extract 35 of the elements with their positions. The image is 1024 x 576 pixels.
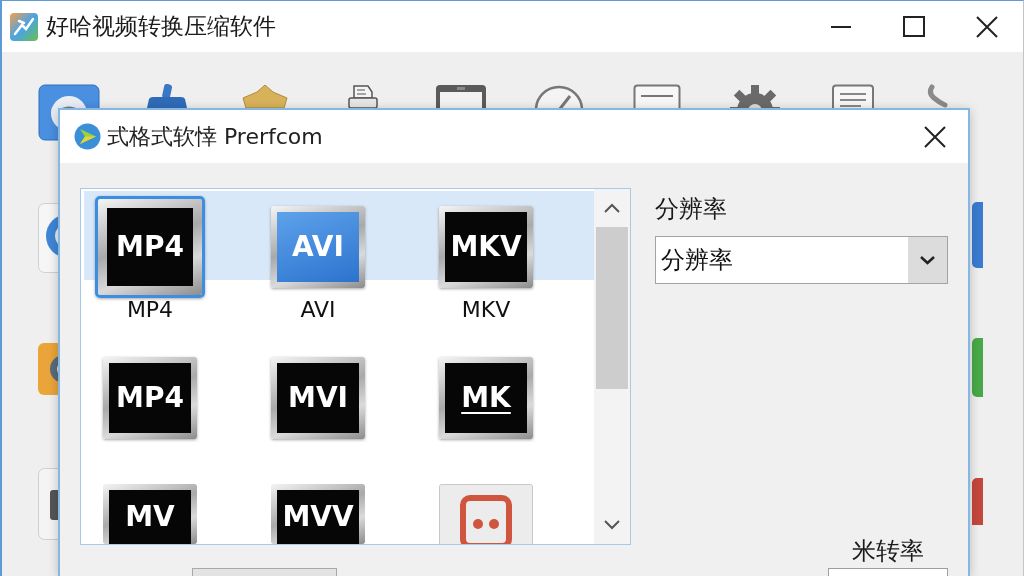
dialog-title: 式格式软悻 Prerfcom <box>107 122 324 151</box>
tile-icon[interactable] <box>38 468 58 540</box>
format-label[interactable]: AVI <box>300 298 336 322</box>
resolution-label: 分辨率 <box>655 196 728 222</box>
tile-icon[interactable] <box>972 478 983 525</box>
window-title: 好哈视频转换压缩软件 <box>46 12 277 41</box>
hook-icon[interactable] <box>926 84 948 108</box>
close-icon <box>924 125 946 148</box>
resolution-dropdown[interactable]: 分辨率 <box>655 236 948 284</box>
chevron-down-icon <box>604 520 620 530</box>
house-icon[interactable] <box>240 84 290 108</box>
document-icon[interactable] <box>831 84 875 108</box>
dialog-logo-icon <box>74 123 101 150</box>
minimize-icon <box>831 25 851 28</box>
format-label[interactable]: MKV <box>461 298 511 322</box>
format-label[interactable]: MP4 <box>126 298 174 322</box>
close-icon <box>976 15 998 38</box>
rate-label: 米转率 <box>852 538 924 564</box>
tile-icon[interactable] <box>972 202 983 268</box>
scrollbar-thumb[interactable] <box>596 227 628 389</box>
gear-tile-icon[interactable] <box>38 343 58 395</box>
input-field[interactable] <box>828 568 948 576</box>
chevron-up-icon <box>604 203 620 213</box>
gauge-icon[interactable] <box>534 84 584 108</box>
circle-tile-icon[interactable] <box>38 108 58 141</box>
app-logo-icon <box>10 12 38 41</box>
monitor-icon[interactable] <box>435 84 487 108</box>
tile-icon[interactable] <box>972 338 983 397</box>
input-field[interactable] <box>192 568 337 576</box>
printer-icon[interactable] <box>348 84 378 108</box>
panel-icon[interactable] <box>633 84 681 108</box>
chevron-down-icon <box>908 237 947 283</box>
maximize-icon <box>903 16 925 37</box>
stamp-icon[interactable] <box>144 84 190 108</box>
app-tile-icon[interactable] <box>439 484 533 544</box>
